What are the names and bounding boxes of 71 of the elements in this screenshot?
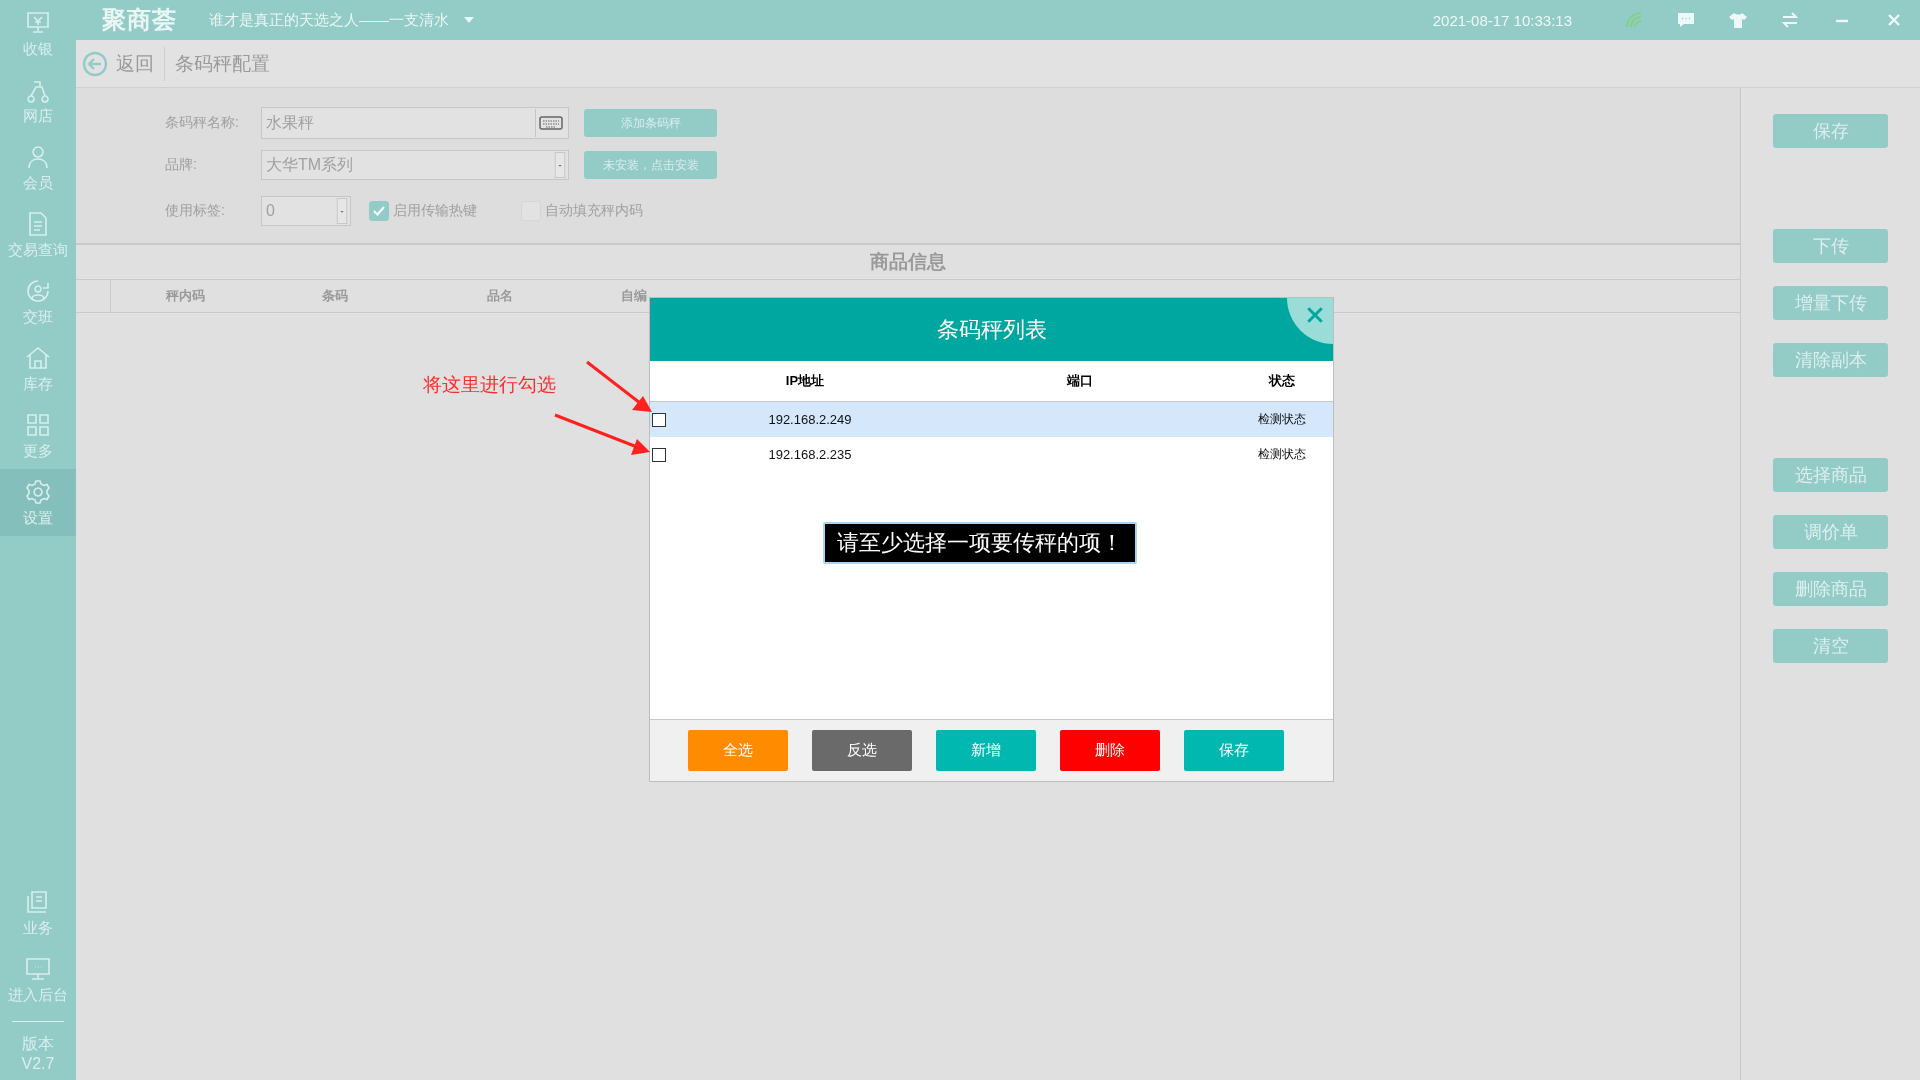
add-scale-button[interactable]: 添加条码秤	[584, 109, 717, 137]
sidebar-item[interactable]: 交易查询	[0, 201, 76, 268]
name-field[interactable]: 水果秤	[261, 107, 569, 139]
chat-icon[interactable]	[1676, 10, 1696, 30]
column-header: 端口	[1065, 372, 1094, 390]
checkbox-label: 自动填充秤内码	[545, 202, 643, 220]
page-title: 条码秤配置	[175, 51, 270, 76]
sidebar-item[interactable]: 会员	[0, 134, 76, 201]
version-label: 版本	[22, 1034, 54, 1054]
sidebar-item[interactable]: 网店	[0, 67, 76, 134]
table-cell: 192.168.2.235	[768, 447, 852, 462]
sidebar-item[interactable]: 库存	[0, 335, 76, 402]
action-button[interactable]: 删除商品	[1773, 572, 1888, 606]
dialog-title: 条码秤列表	[936, 315, 1047, 344]
action-button[interactable]: 下传	[1773, 229, 1888, 263]
table-row[interactable]: 192.168.2.249 检测状态	[650, 402, 1333, 437]
action-button[interactable]: 增量下传	[1773, 286, 1888, 320]
caret-icon[interactable]	[463, 16, 475, 24]
action-button[interactable]: 保存	[1773, 114, 1888, 148]
field-label: 使用标签:	[165, 202, 226, 220]
action-button[interactable]: 调价单	[1773, 515, 1888, 549]
close-icon	[1306, 306, 1324, 324]
table-cell: 192.168.2.249	[768, 412, 852, 427]
checkbox[interactable]	[652, 412, 666, 427]
brand-dropdown[interactable]: 大华TM系列	[261, 150, 569, 180]
sidebar-item[interactable]: 更多	[0, 402, 76, 469]
dialog-button[interactable]: 新增	[936, 730, 1036, 771]
column-header: 秤内码	[165, 287, 205, 305]
dialog-button[interactable]: 删除	[1060, 730, 1160, 771]
column-header: 状态	[1267, 372, 1296, 390]
action-button[interactable]: 选择商品	[1773, 458, 1888, 492]
checkbox[interactable]	[369, 201, 389, 221]
datetime: 2021-08-17 10:33:13	[1432, 11, 1572, 29]
swap-icon[interactable]	[1780, 10, 1800, 30]
checkbox-label: 启用传输热键	[393, 202, 477, 220]
action-button[interactable]: 清空	[1773, 629, 1888, 663]
column-header: 条码	[322, 287, 348, 305]
gear-icon	[24, 477, 52, 506]
tag-dropdown[interactable]: 0	[261, 196, 351, 226]
dialog-button[interactable]: 反选	[812, 730, 912, 771]
dropdown-icon[interactable]	[336, 198, 348, 224]
column-header: 自编	[621, 287, 647, 305]
shirt-icon[interactable]	[1728, 10, 1748, 30]
action-button[interactable]: 清除副本	[1773, 343, 1888, 377]
column-header: IP地址	[784, 372, 826, 390]
table-title: 商品信息	[76, 245, 1740, 280]
dialog-button[interactable]: 保存	[1184, 730, 1284, 771]
sidebar-item[interactable]: 业务	[0, 879, 76, 946]
field-label: 条码秤名称:	[165, 114, 240, 132]
field-label: 品牌:	[165, 156, 198, 174]
keyboard-icon[interactable]	[535, 109, 566, 137]
table-cell: 检测状态	[1257, 412, 1306, 426]
dropdown-icon[interactable]	[554, 152, 566, 178]
table-cell: 检测状态	[1257, 447, 1306, 461]
dialog-button[interactable]: 全选	[688, 730, 788, 771]
checkbox[interactable]	[652, 447, 666, 462]
sidebar-item[interactable]: 收银	[0, 0, 76, 67]
install-button[interactable]: 未安装，点击安装	[584, 151, 717, 179]
back-link[interactable]: 返回	[116, 50, 154, 77]
column-header: 品名	[487, 287, 513, 305]
logo: 聚商荟	[102, 5, 177, 35]
toast-message: 请至少选择一项要传秤的项！	[823, 522, 1137, 564]
annotation-text: 将这里进行勾选	[423, 373, 556, 397]
wifi-icon[interactable]	[1624, 10, 1644, 30]
sidebar-item[interactable]: 交班	[0, 268, 76, 335]
slogan: 谁才是真正的天选之人——一支清水	[209, 10, 449, 30]
version-number: V2.7	[21, 1054, 55, 1074]
back-icon[interactable]	[82, 50, 108, 77]
sidebar-item[interactable]: 进入后台	[0, 946, 76, 1013]
table-row[interactable]: 192.168.2.235 检测状态	[650, 437, 1333, 472]
sidebar-item[interactable]: 设置	[0, 469, 76, 536]
